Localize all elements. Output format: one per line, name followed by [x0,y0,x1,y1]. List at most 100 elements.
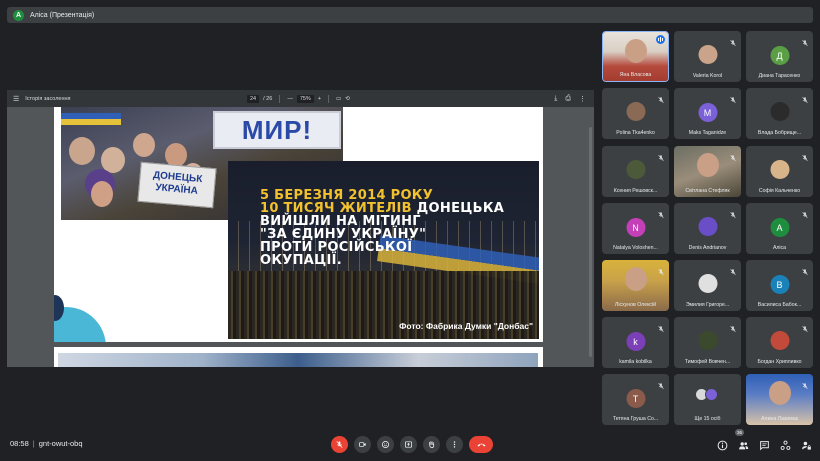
rotate-icon[interactable]: ⟲ [345,96,350,102]
participant-avatar [770,160,789,179]
raise-hand-button[interactable] [423,436,440,453]
fit-page-icon[interactable]: ▭ [336,96,341,102]
pdf-viewer[interactable]: МИР! ДОНЕЦЬК УКРАЇНА 5 БЕРЕЗНЯ 2014 РОКУ… [7,107,594,367]
mic-off-icon [801,377,809,390]
photo-caption: Фото: Фабрика Думки "Донбас" [399,321,533,331]
participant-face [768,381,791,405]
sign-myr: МИР! [213,111,341,149]
zoom-out-button[interactable]: — [287,96,293,102]
presenter-label: Аліса (Презентація) [30,11,95,19]
menu-icon[interactable]: ☰ [13,95,19,103]
participant-avatar [770,102,789,121]
zoom-in-button[interactable]: + [318,96,321,102]
mic-off-icon [657,263,665,276]
leave-call-button[interactable] [469,436,493,453]
participant-avatar [770,331,789,350]
flag-yellow [61,119,121,125]
more-vert-icon[interactable]: ⋮ [579,95,586,103]
activities-icon [780,440,791,450]
bottom-bar: 08:58 | gnt-owut-obq 36 [0,429,820,461]
participant-tile[interactable]: Богдан Хрипливко [746,317,813,368]
more-options-button[interactable] [446,436,463,453]
mic-off-icon [657,206,665,219]
participant-avatar: Д [770,46,789,65]
participant-name: Polina Tka4enko [616,130,655,136]
participant-name: Яна Власова [619,72,652,78]
participant-avatar [698,217,717,236]
participant-avatar [698,45,717,64]
lock-person-icon [802,441,811,450]
participant-tile[interactable]: Тимофей Вовчен... [674,317,741,368]
participant-avatar: В [770,275,789,294]
participant-tile[interactable]: Ще 15 осіб [674,374,741,425]
participant-tile[interactable]: Эмилия Григоре... [674,260,741,311]
chat-button[interactable] [759,438,770,451]
participant-tile[interactable]: Яна Власова [602,31,669,82]
participant-avatar [626,102,645,121]
participant-tile[interactable]: Світлана Стефляк [674,146,741,197]
participant-tile[interactable]: Д Диана Тарасенко [746,31,813,82]
participant-avatar: A [770,218,789,237]
participant-name: Denis Andrianov [688,245,727,251]
participant-tile[interactable]: M Maks Taganidze [674,88,741,139]
mic-off-icon [801,91,809,104]
pdf-toolbar-actions: ⤓ ⎙ ⋮ [554,95,586,103]
participant-name: Софія Кальченко [758,188,801,194]
zoom-input[interactable]: 75% [296,94,314,103]
mic-off-icon [729,320,737,333]
participant-tile[interactable]: Polina Tka4enko [602,88,669,139]
participant-face [696,153,719,177]
sign-donetsk: ДОНЕЦЬК УКРАЇНА [137,161,217,209]
participant-avatar [698,331,717,350]
present-icon [404,441,413,448]
page-total: / 26 [263,95,273,102]
pdf-page: МИР! ДОНЕЦЬК УКРАЇНА 5 БЕРЕЗНЯ 2014 РОКУ… [54,107,543,342]
participant-tile[interactable]: N Natalya Voloshen... [602,203,669,254]
mic-off-icon [729,263,737,276]
participant-name: Світлана Стефляк [685,188,730,194]
participant-tile[interactable]: Алина Лазимак [746,374,813,425]
participant-tile[interactable]: k kamila kobilka [602,317,669,368]
participant-name: Natalya Voloshen... [613,245,658,251]
meeting-code: gnt-owut-obq [38,439,83,448]
host-controls-button[interactable] [801,438,812,450]
people-button[interactable]: 36 [735,429,749,450]
page-number-input[interactable]: 24 [247,94,260,103]
mic-off-icon [801,34,809,47]
participant-tile[interactable]: Ксения Решовск... [602,146,669,197]
reactions-button[interactable] [377,436,394,453]
mic-off-icon [729,91,737,104]
participant-tile[interactable]: Valeria Korol [674,31,741,82]
pdf-scrollbar[interactable] [589,127,592,357]
pdf-page-next [54,347,543,367]
participant-name: Влада Бобрище... [757,130,802,136]
camera-button[interactable] [354,436,371,453]
meeting-details-button[interactable] [717,438,728,451]
pdf-toolbar: ☰ Історія засолення 24 / 26 — 75% + ▭ ⟲ … [7,90,594,107]
participants-grid: Яна Власова Valeria Korol Д Диана Тарасенко… [602,31,814,427]
participant-tile[interactable]: A Аліса [746,203,813,254]
participant-tile[interactable]: Лісхунов Олексій [602,260,669,311]
mic-off-button[interactable] [331,436,348,453]
mic-off-icon [657,149,665,162]
participant-name: Василиса Бабок... [757,302,802,308]
download-icon[interactable]: ⤓ [554,95,557,103]
crowd-face [69,137,95,165]
side-controls: 36 [717,429,812,451]
participant-tile[interactable]: Denis Andrianov [674,203,741,254]
participant-tile[interactable]: В Василиса Бабок... [746,260,813,311]
mic-off-icon [657,320,665,333]
participant-tile[interactable]: T Тетяна Груша Со... [602,374,669,425]
participant-name: Тетяна Груша Со... [612,416,659,422]
participant-tile[interactable]: Софія Кальченко [746,146,813,197]
next-page-image [58,353,538,367]
present-button[interactable] [400,436,417,453]
print-icon[interactable]: ⎙ [565,95,571,103]
mic-off-icon [336,441,343,448]
camera-icon [358,442,366,447]
activities-button[interactable] [780,438,791,450]
info-icon [717,440,728,451]
presenter-bar: A Аліса (Презентація) [7,7,813,23]
participant-tile[interactable]: Влада Бобрище... [746,88,813,139]
chat-icon [760,441,769,451]
